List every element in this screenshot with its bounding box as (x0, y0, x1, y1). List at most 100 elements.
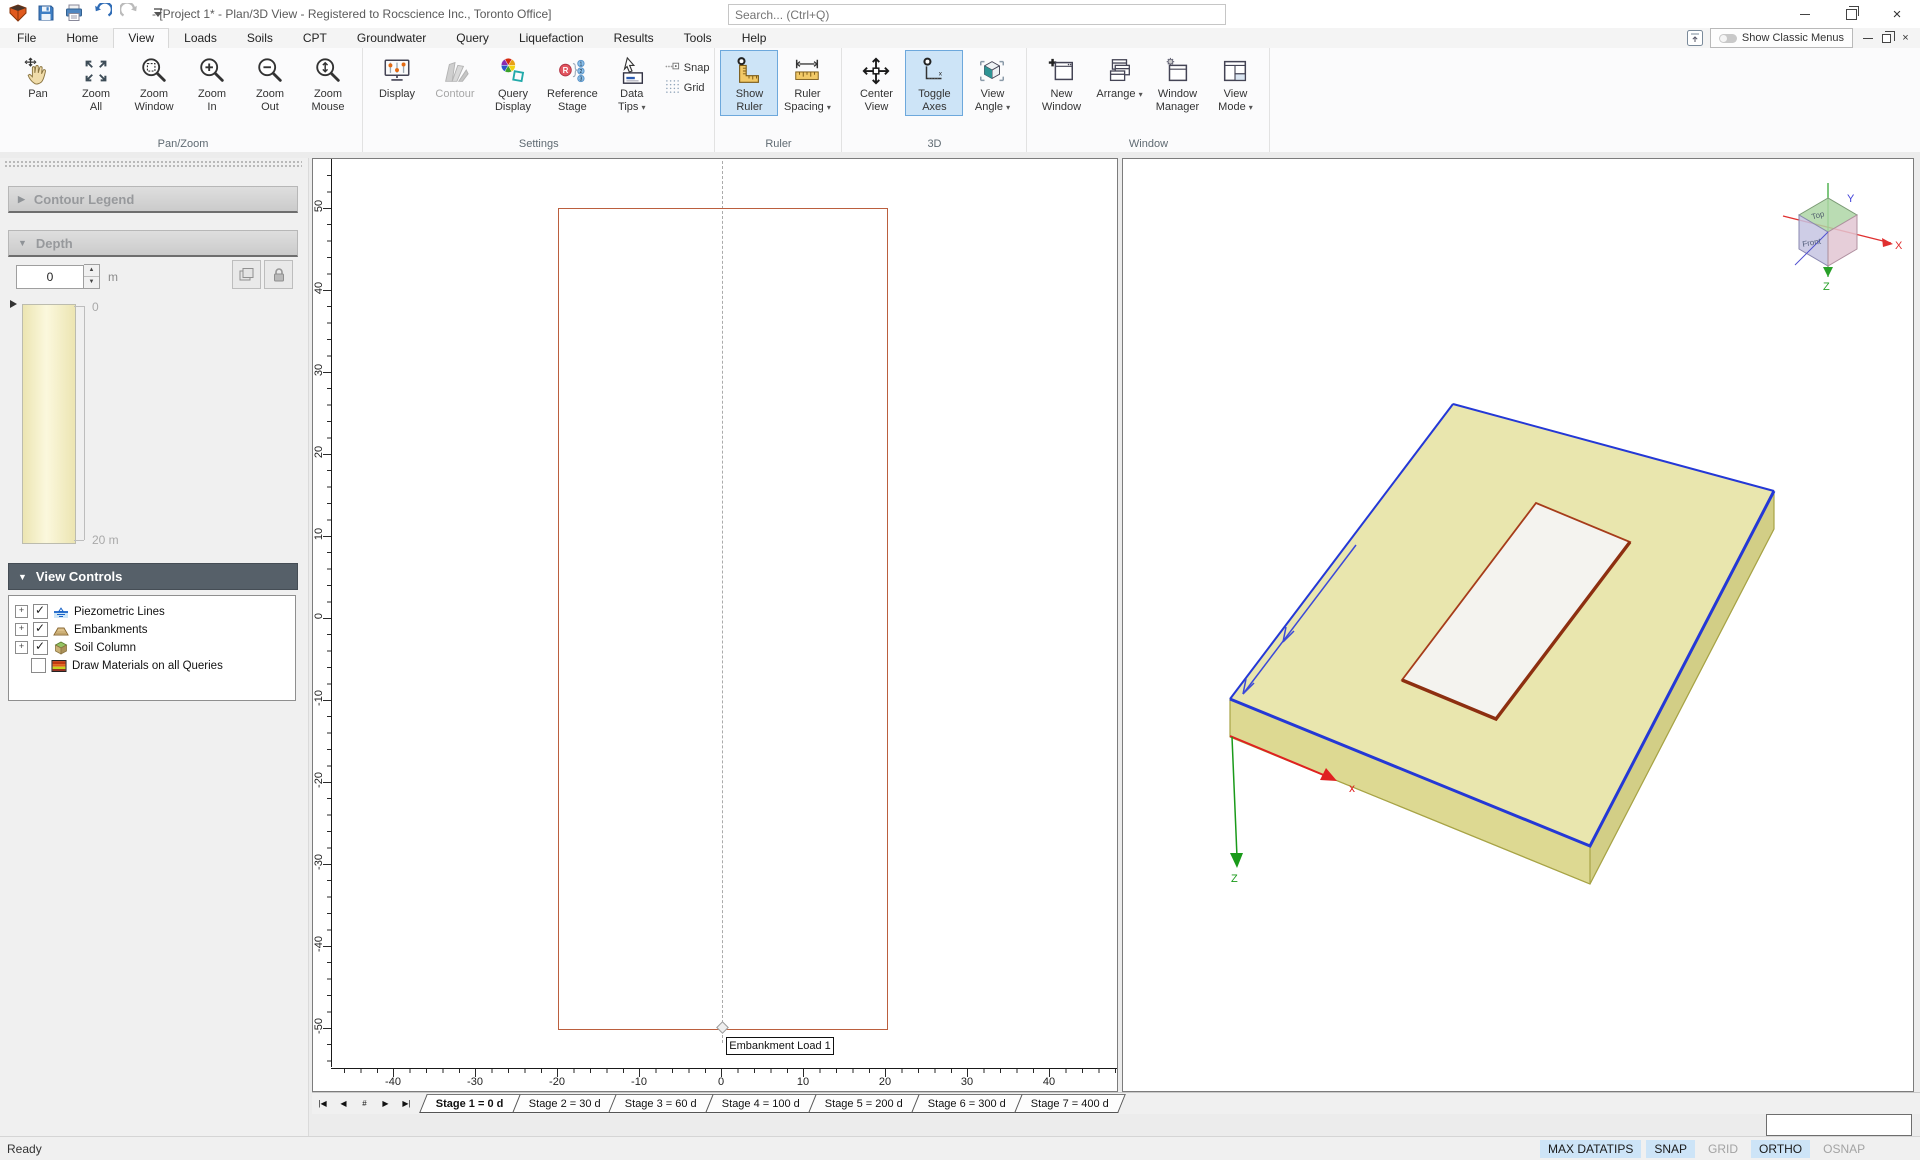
embankment-icon (53, 622, 69, 638)
show-ruler-button[interactable]: Show Ruler (720, 50, 779, 116)
search-input[interactable] (728, 4, 1226, 25)
tab-query[interactable]: Query (441, 28, 504, 48)
stage-tab-stage-3-60-d[interactable]: Stage 3 = 60 d (608, 1094, 715, 1113)
stage-tab-stage-7-400-d[interactable]: Stage 7 = 400 d (1014, 1094, 1127, 1113)
tab-file[interactable]: File (2, 28, 51, 48)
grid-toggle[interactable]: Grid (665, 78, 710, 98)
depth-marker-icon[interactable] (10, 300, 17, 308)
collapse-ribbon-icon[interactable] (1686, 29, 1704, 47)
window-manager-button[interactable]: Window Manager (1148, 50, 1206, 116)
tab-groundwater[interactable]: Groundwater (342, 28, 441, 48)
toggle-axes-button[interactable]: x Toggle Axes (905, 50, 964, 116)
show-classic-menus-toggle[interactable]: Show Classic Menus (1709, 28, 1853, 48)
contour-label: Contour (435, 88, 475, 100)
print-icon[interactable] (64, 3, 84, 23)
stage-tab-stage-1-0-d[interactable]: Stage 1 = 0 d (419, 1094, 521, 1113)
quick-access-toolbar (8, 1, 168, 23)
pan-button[interactable]: Pan (9, 50, 67, 104)
tab-tools[interactable]: Tools (669, 28, 727, 48)
tab-results[interactable]: Results (599, 28, 669, 48)
soil-column-preview (22, 304, 76, 544)
contour-legend-header[interactable]: ▶ Contour Legend (8, 186, 298, 213)
expand-icon[interactable]: + (15, 605, 28, 618)
close-button[interactable]: × (1874, 0, 1920, 28)
center-view-button[interactable]: Center View (847, 50, 905, 116)
zoom-out-icon (255, 54, 285, 88)
tab-liquefaction[interactable]: Liquefaction (504, 28, 599, 48)
stage-tab-stage-6-300-d[interactable]: Stage 6 = 300 d (911, 1094, 1024, 1113)
materials-icon (51, 658, 67, 674)
stage-tab-stage-4-100-d[interactable]: Stage 4 = 100 d (705, 1094, 818, 1113)
status-toggle-ortho[interactable]: ORTHO (1751, 1140, 1811, 1158)
app-logo-icon[interactable] (8, 3, 28, 23)
tab-view[interactable]: View (113, 28, 170, 48)
tree-item-piezometric-lines[interactable]: + Piezometric Lines (15, 603, 295, 620)
center-view-icon (861, 54, 891, 88)
display-button[interactable]: Display (368, 50, 426, 104)
expand-icon[interactable]: + (15, 641, 28, 654)
checkbox-piezometric-lines[interactable] (33, 603, 48, 619)
mdi-close-button[interactable]: × (1897, 30, 1914, 46)
pan-icon (23, 54, 53, 88)
new-window-button[interactable]: New Window (1032, 50, 1090, 116)
show-ruler-label: Show Ruler (735, 88, 764, 113)
stage-tab-stage-2-30-d[interactable]: Stage 2 = 30 d (511, 1094, 618, 1113)
query-display-icon (498, 54, 528, 88)
depth-header[interactable]: ▼ Depth (8, 230, 298, 257)
embankment-load-outline[interactable] (558, 208, 888, 1030)
navigation-cube[interactable]: Top Front X Y Z (1782, 183, 1903, 293)
spin-up-icon[interactable]: ▲ (84, 265, 99, 276)
status-toggle-osnap[interactable]: OSNAP (1815, 1140, 1873, 1158)
snap-toggle[interactable]: Snap (665, 58, 709, 78)
tab-home[interactable]: Home (51, 28, 113, 48)
spin-down-icon[interactable]: ▼ (84, 276, 99, 288)
zoom-in-button[interactable]: Zoom In (183, 50, 241, 116)
tab-help[interactable]: Help (727, 28, 782, 48)
checkbox-embankments[interactable] (33, 621, 48, 637)
view-mode-button[interactable]: View Mode ▾ (1206, 50, 1264, 117)
tree-label: Draw Materials on all Queries (72, 659, 223, 672)
zoom-out-button[interactable]: Zoom Out (241, 50, 299, 116)
stage-nav-next[interactable]: ▶ (376, 1094, 395, 1113)
piezometric-icon (53, 604, 69, 620)
checkbox-draw-materials-on-all-queries[interactable] (31, 658, 46, 673)
zoom-mouse-button[interactable]: Zoom Mouse (299, 50, 357, 116)
mdi-restore-button[interactable] (1878, 30, 1895, 46)
stage-nav-last[interactable]: ▶| (397, 1094, 416, 1113)
minimize-button[interactable] (1782, 0, 1828, 28)
ruler-spacing-button[interactable]: Ruler Spacing ▾ (778, 50, 836, 117)
depth-spinner[interactable]: ▲ ▼ (84, 264, 100, 289)
zoom-all-button[interactable]: Zoom All (67, 50, 125, 116)
reference-stage-button[interactable]: R 1 2 3 Reference Stage (542, 50, 603, 116)
tree-item-soil-column[interactable]: + Soil Column (15, 639, 295, 655)
status-toggle-grid[interactable]: GRID (1700, 1140, 1746, 1158)
stage-nav-first[interactable]: |◀ (313, 1094, 332, 1113)
plan-canvas[interactable]: Embankment Load 1 (332, 159, 1117, 1067)
save-icon[interactable] (36, 3, 56, 23)
tree-item-embankments[interactable]: + Embankments (15, 621, 295, 638)
data-tips-button[interactable]: Data Tips ▾ (603, 50, 661, 117)
stage-nav-prev[interactable]: ◀ (334, 1094, 353, 1113)
view-controls-header[interactable]: ▼ View Controls (8, 563, 298, 590)
checkbox-soil-column[interactable] (33, 639, 48, 655)
stage-tab-stage-5-200-d[interactable]: Stage 5 = 200 d (808, 1094, 921, 1113)
expand-icon[interactable]: + (15, 623, 28, 636)
tab-soils[interactable]: Soils (232, 28, 288, 48)
query-display-button[interactable]: Query Display (484, 50, 542, 116)
arrange-button[interactable]: Arrange ▾ (1090, 50, 1148, 105)
stage-nav-number[interactable]: # (355, 1094, 374, 1113)
view-angle-button[interactable]: View Angle ▾ (963, 50, 1021, 117)
tab-cpt[interactable]: CPT (288, 28, 342, 48)
restore-button[interactable] (1828, 0, 1874, 28)
status-toggle-snap[interactable]: SNAP (1646, 1140, 1696, 1158)
tree-item-draw-materials-on-all-queries[interactable]: Draw Materials on all Queries (15, 658, 295, 673)
status-toggle-max-datatips[interactable]: MAX DATATIPS (1540, 1140, 1642, 1158)
zoom-window-button[interactable]: Zoom Window (125, 50, 183, 116)
3d-view-window[interactable]: x Z Top Front X Y Z (1122, 158, 1914, 1092)
dock-drag-handle[interactable] (4, 160, 302, 169)
tab-loads[interactable]: Loads (169, 28, 232, 48)
depth-input[interactable] (16, 264, 84, 289)
undo-icon[interactable] (92, 1, 113, 23)
mdi-minimize-button[interactable] (1859, 30, 1876, 46)
x-tick-label: -20 (549, 1076, 565, 1088)
